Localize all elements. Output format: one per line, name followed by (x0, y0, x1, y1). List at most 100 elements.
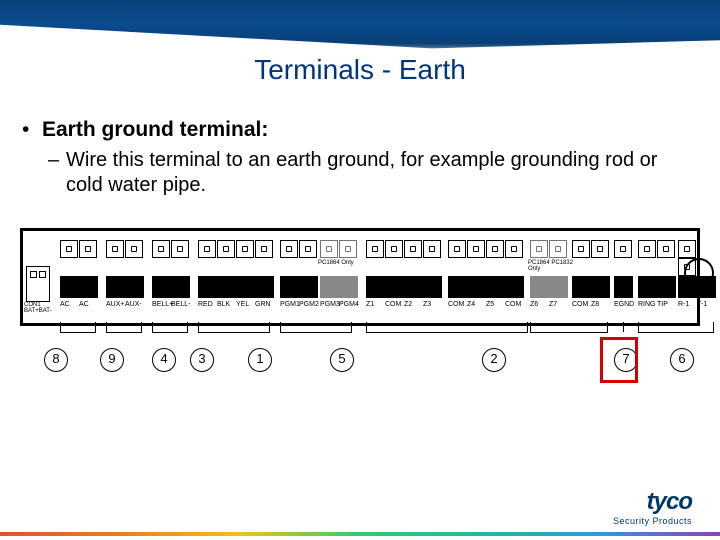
terminal-screw-row (106, 240, 144, 270)
bullet-main-text: Earth ground terminal: (42, 118, 268, 141)
terminal-block (530, 276, 568, 298)
callout-badge-1: 1 (248, 348, 272, 372)
terminal-label: Z4 (467, 301, 475, 308)
terminal-label: PGM2 (299, 301, 319, 308)
terminal-label: Z2 (404, 301, 412, 308)
terminal-screw (448, 240, 466, 258)
terminal-label: Z3 (423, 301, 431, 308)
terminal-label: AUX- (125, 301, 142, 308)
terminal-screw (385, 240, 403, 258)
footer-rainbow (0, 532, 720, 536)
footer-logo: tyco Security Products (613, 488, 692, 526)
terminal-screw-row (614, 240, 633, 270)
con1-line2: BAT+BAT- (24, 308, 52, 314)
terminal-label: PGM4 (339, 301, 359, 308)
terminal-label: Z5 (486, 301, 494, 308)
terminal-label: RING (638, 301, 656, 308)
terminal-label: PGM3 (320, 301, 340, 308)
logo-sub: Security Products (613, 516, 692, 526)
terminal-block (152, 276, 190, 298)
slide: Terminals - Earth Earth ground terminal:… (0, 0, 720, 540)
terminal-screw (280, 240, 298, 258)
terminal-label: COM (448, 301, 464, 308)
terminal-bracket (106, 322, 142, 333)
terminal-bracket (280, 322, 352, 333)
terminal-block (198, 276, 274, 298)
con1-connector (26, 266, 50, 302)
terminal-screw (678, 258, 696, 276)
terminal-bracket (366, 322, 528, 333)
terminal-screw (530, 240, 548, 258)
terminal-block (366, 276, 442, 298)
terminal-screw (638, 240, 656, 258)
callout-badge-5: 5 (330, 348, 354, 372)
terminal-screw (299, 240, 317, 258)
terminal-block (678, 276, 716, 298)
terminal-label: PGM1 (280, 301, 300, 308)
terminal-label: COM (385, 301, 401, 308)
terminal-label: Z7 (549, 301, 557, 308)
terminal-screw-row (572, 240, 610, 270)
terminal-screw (486, 240, 504, 258)
con1-label: CON1 BAT+BAT- (24, 302, 52, 314)
callout-badge-3: 3 (190, 348, 214, 372)
terminal-block (448, 276, 524, 298)
terminal-screw-row (280, 240, 318, 270)
callout-badge-4: 4 (152, 348, 176, 372)
terminal-label: AUX+ (106, 301, 124, 308)
terminal-screw (591, 240, 609, 258)
callout-badge-8: 8 (44, 348, 68, 372)
terminal-bracket (60, 322, 96, 333)
terminal-label: Z1 (366, 301, 374, 308)
terminal-screw-row (152, 240, 190, 270)
terminal-label: AC (60, 301, 70, 308)
terminal-screw (572, 240, 590, 258)
logo-brand: tyco (613, 488, 692, 516)
callout-badge-2: 2 (482, 348, 506, 372)
terminal-label: T-1 (697, 301, 707, 308)
terminal-label: EGND (614, 301, 634, 308)
terminal-label: AC (79, 301, 89, 308)
terminal-block (572, 276, 610, 298)
terminal-block (638, 276, 676, 298)
terminal-leader-line (623, 322, 624, 332)
slide-title: Terminals - Earth (0, 54, 720, 86)
terminal-model-note: PC1864 Only (318, 260, 366, 266)
terminal-block (106, 276, 144, 298)
terminal-screw (505, 240, 523, 258)
terminal-screw (423, 240, 441, 258)
terminal-screw (678, 240, 696, 258)
terminal-label: COM (505, 301, 521, 308)
terminal-screw (467, 240, 485, 258)
terminal-label: R-1 (678, 301, 689, 308)
terminal-screw (79, 240, 97, 258)
terminal-screw (339, 240, 357, 258)
terminal-block (60, 276, 98, 298)
terminal-block (280, 276, 318, 298)
terminal-label: RED (198, 301, 213, 308)
terminal-board: CON1 BAT+BAT- ACACAUX+AUX-BELL+BELL-REDB… (20, 228, 700, 368)
terminal-screw (217, 240, 235, 258)
terminal-screw (549, 240, 567, 258)
terminal-model-note: PC1864 PC1832 Only (528, 260, 576, 272)
terminal-screw (657, 240, 675, 258)
terminal-screw-row (366, 240, 442, 270)
terminal-label: Z8 (591, 301, 599, 308)
terminal-screw (366, 240, 384, 258)
terminal-screw (255, 240, 273, 258)
terminal-label: GRN (255, 301, 271, 308)
header-swoosh (0, 0, 720, 62)
terminal-screw (198, 240, 216, 258)
terminal-screw-row (448, 240, 524, 270)
terminal-screw (60, 240, 78, 258)
terminal-label: BLK (217, 301, 230, 308)
terminal-bracket (152, 322, 188, 333)
terminal-label: COM (572, 301, 588, 308)
callout-badge-9: 9 (100, 348, 124, 372)
terminal-screw (106, 240, 124, 258)
callout-badge-6: 6 (670, 348, 694, 372)
terminal-bracket (638, 322, 714, 333)
terminal-label: TIP (657, 301, 668, 308)
terminal-label: YEL (236, 301, 249, 308)
highlight-ground-terminal (600, 337, 638, 383)
